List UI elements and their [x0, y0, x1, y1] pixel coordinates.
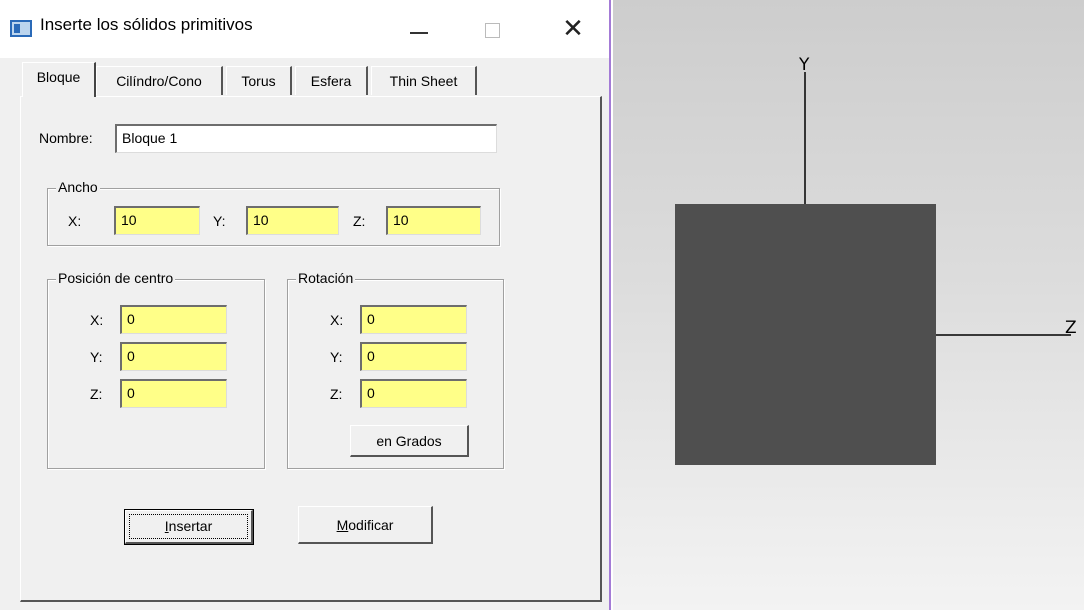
maximize-icon[interactable] [470, 10, 516, 50]
rotacion-y-input[interactable]: 0 [360, 342, 467, 371]
app-icon [10, 20, 32, 37]
ancho-z-input[interactable]: 10 [386, 206, 481, 235]
ancho-y-input[interactable]: 10 [246, 206, 339, 235]
rotacion-group: Rotación X: 0 Y: 0 Z: 0 en Grados [287, 270, 504, 469]
ancho-group: Ancho X: 10 Y: 10 Z: 10 [47, 179, 500, 246]
tab-panel-bloque: Nombre: Bloque 1 Ancho X: 10 Y: 10 Z: 10… [20, 96, 602, 602]
posicion-x-input[interactable]: 0 [120, 305, 227, 334]
ancho-x-label: X: [68, 213, 82, 229]
z-axis-label: Z [1065, 318, 1077, 338]
modificar-label: odificar [348, 517, 394, 533]
modificar-button[interactable]: Modificar [298, 506, 433, 544]
close-icon[interactable]: ✕ [550, 10, 596, 50]
insertar-button[interactable]: Insertar [124, 509, 254, 545]
y-axis-label: Y [798, 55, 810, 75]
block-solid[interactable] [675, 204, 936, 465]
ancho-legend: Ancho [56, 179, 100, 195]
modificar-mnemonic: M [336, 517, 349, 533]
tab-esfera[interactable]: Esfera [295, 66, 368, 95]
rotacion-x-label: X: [330, 312, 344, 328]
minimize-icon[interactable] [395, 10, 441, 50]
dialog-window: Inserte los sólidos primitivos ✕ Bloque … [0, 0, 611, 610]
tab-torus[interactable]: Torus [226, 66, 292, 95]
ancho-x-input[interactable]: 10 [114, 206, 200, 235]
rotacion-z-label: Z: [330, 386, 343, 402]
posicion-z-label: Z: [90, 386, 103, 402]
posicion-group: Posición de centro X: 0 Y: 0 Z: 0 [47, 270, 265, 469]
tab-cilindro-cono[interactable]: Cilíndro/Cono [96, 66, 223, 95]
posicion-x-label: X: [90, 312, 104, 328]
rotacion-legend: Rotación [296, 270, 356, 286]
3d-viewport[interactable]: Y Z [613, 0, 1084, 610]
ancho-z-label: Z: [353, 213, 366, 229]
tab-thin-sheet[interactable]: Thin Sheet [371, 66, 477, 95]
window-title: Inserte los sólidos primitivos [40, 15, 253, 34]
focus-ring [129, 514, 248, 539]
rotacion-y-label: Y: [330, 349, 343, 365]
viewport-canvas[interactable]: Y Z [613, 0, 1084, 610]
posicion-y-label: Y: [90, 349, 103, 365]
nombre-label: Nombre: [39, 130, 93, 146]
posicion-z-input[interactable]: 0 [120, 379, 227, 408]
rotacion-z-input[interactable]: 0 [360, 379, 467, 408]
posicion-legend: Posición de centro [56, 270, 176, 286]
title-bar[interactable]: Inserte los sólidos primitivos ✕ [0, 0, 609, 58]
en-grados-button[interactable]: en Grados [350, 425, 469, 457]
rotacion-x-input[interactable]: 0 [360, 305, 467, 334]
nombre-input[interactable]: Bloque 1 [115, 124, 497, 153]
posicion-y-input[interactable]: 0 [120, 342, 227, 371]
ancho-y-label: Y: [213, 213, 226, 229]
tab-bloque[interactable]: Bloque [22, 62, 96, 97]
